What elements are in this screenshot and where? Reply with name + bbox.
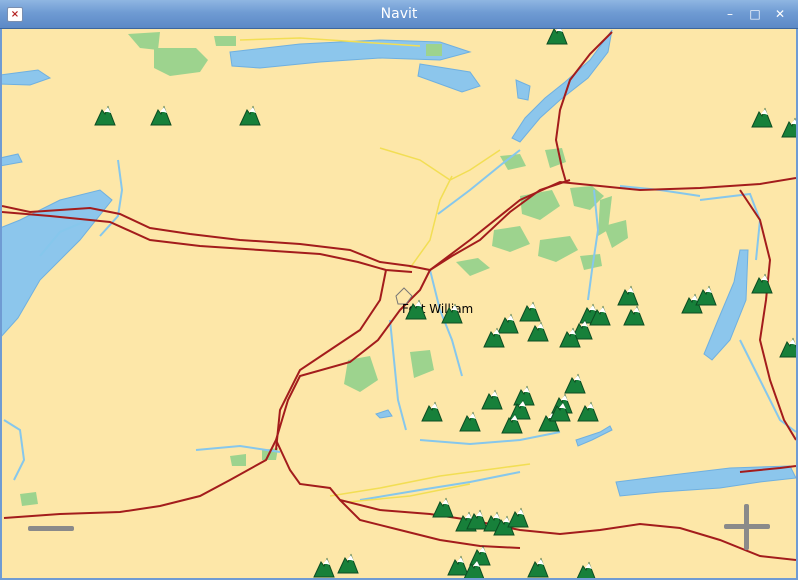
map-canvas[interactable]: Fort William	[2, 29, 796, 578]
close-button[interactable]: ✕	[770, 5, 790, 23]
zoom-in-button[interactable]	[724, 504, 770, 550]
minus-icon	[28, 526, 74, 531]
zoom-out-button[interactable]	[28, 520, 74, 534]
maximize-button[interactable]: □	[745, 5, 765, 23]
minimize-button[interactable]: –	[720, 5, 740, 23]
window-frame-left	[0, 29, 2, 580]
plus-icon	[724, 504, 770, 550]
window-titlebar: × Navit – □ ✕	[0, 0, 798, 29]
window-title: Navit	[380, 6, 418, 22]
